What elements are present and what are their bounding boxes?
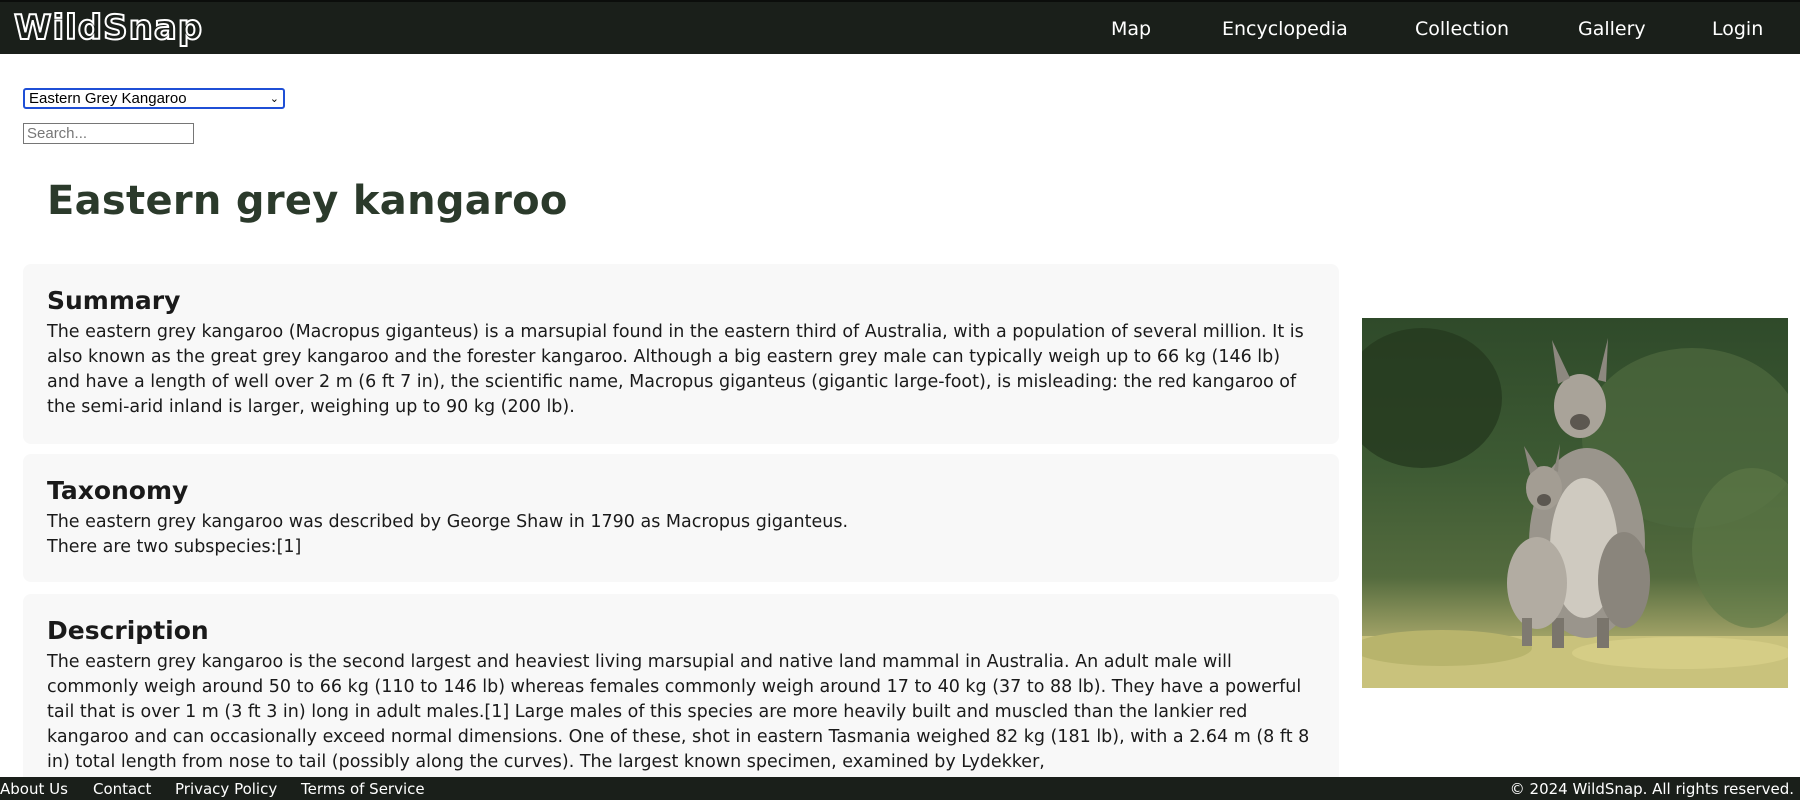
description-heading: Description [47, 616, 209, 645]
kangaroo-photo-illustration [1362, 328, 1788, 688]
search-input[interactable] [23, 123, 194, 144]
description-text: The eastern grey kangaroo is the second … [47, 652, 1310, 772]
nav-link-collection[interactable]: Collection [1415, 18, 1509, 40]
kangaroo-photo [1362, 318, 1788, 688]
taxonomy-card: Taxonomy The eastern grey kangaroo was d… [23, 454, 1339, 582]
footer-link-terms-of-service[interactable]: Terms of Service [301, 780, 425, 798]
copyright-text: © 2024 WildSnap. All rights reserved. [1509, 780, 1794, 798]
footer-link-about-us[interactable]: About Us [0, 780, 68, 798]
description-card: Description The eastern grey kangaroo is… [23, 594, 1339, 794]
footer: About Us Contact Privacy Policy Terms of… [0, 777, 1800, 800]
nav-link-login[interactable]: Login [1712, 18, 1763, 40]
chevron-down-icon: ⌄ [269, 93, 279, 105]
taxonomy-heading: Taxonomy [47, 476, 189, 505]
summary-heading: Summary [47, 286, 181, 315]
taxonomy-line-2: There are two subspecies:[1] [47, 537, 302, 557]
nav-link-map[interactable]: Map [1111, 18, 1151, 40]
nav-link-encyclopedia[interactable]: Encyclopedia [1222, 18, 1348, 40]
summary-card: Summary The eastern grey kangaroo (Macro… [23, 264, 1339, 444]
nav-link-gallery[interactable]: Gallery [1578, 18, 1646, 40]
species-select[interactable]: Eastern Grey Kangaroo ⌄ [23, 88, 285, 109]
top-navbar: WildSnap Map Encyclopedia Collection Gal… [0, 0, 1800, 54]
taxonomy-line-1: The eastern grey kangaroo was described … [47, 512, 849, 532]
species-select-value: Eastern Grey Kangaroo [29, 90, 187, 107]
summary-text: The eastern grey kangaroo (Macropus giga… [47, 322, 1304, 417]
page-title: Eastern grey kangaroo [47, 178, 568, 224]
footer-link-privacy-policy[interactable]: Privacy Policy [175, 780, 277, 798]
footer-link-contact[interactable]: Contact [93, 780, 151, 798]
wildsnap-logo[interactable]: WildSnap [13, 9, 203, 47]
